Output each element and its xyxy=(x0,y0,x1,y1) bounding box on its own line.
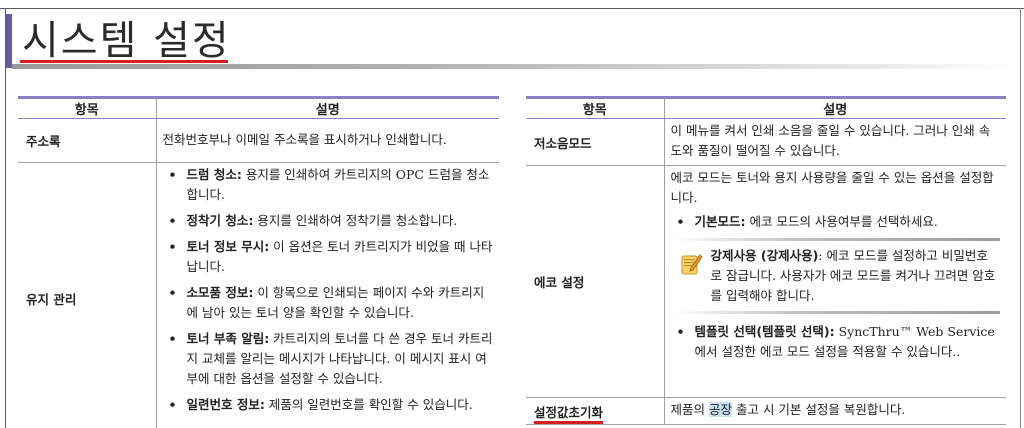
title-red-underline xyxy=(20,60,228,63)
note-rule-top xyxy=(670,238,1000,241)
list-item: 기본모드: 에코 모드의 사용여부를 선택하세요. xyxy=(671,212,1001,232)
note-rule-bottom xyxy=(670,311,1000,314)
column-header-item: 항목 xyxy=(526,96,664,119)
eco-bullet-list-1: 기본모드: 에코 모드의 사용여부를 선택하세요. xyxy=(671,212,1001,232)
row-item-eco-settings: 에코 설정 xyxy=(526,165,664,398)
bullet-term: 드럼 청소: xyxy=(186,167,242,182)
row-desc-reset-settings: 제품의 공장 출고 시 기본 설정을 복원합니다. xyxy=(663,397,1006,425)
bullet-term: 정착기 청소: xyxy=(186,213,254,228)
maintenance-bullet-list: 드럼 청소: 용지를 인쇄하여 카트리지의 OPC 드럼을 청소합니다. 정착기… xyxy=(163,165,494,415)
bullet-term: 소모품 정보: xyxy=(186,285,254,300)
list-item: 소모품 정보: 이 항목으로 인쇄되는 페이지 수와 카트리지에 남아 있는 토… xyxy=(163,283,494,323)
bullet-term: 템플릿 선택(템플릿 선택): xyxy=(694,324,835,339)
note-text: 강제사용 (강제사용): 에코 모드를 설정하고 비밀번호로 잠급니다. 사용자… xyxy=(711,246,997,306)
table-row: 유지 관리 드럼 청소: 용지를 인쇄하여 카트리지의 OPC 드럼을 청소합니… xyxy=(18,162,499,428)
left-settings-table: 항목 설명 주소록 전화번호부나 이메일 주소록을 표시하거나 인쇄합니다. 유… xyxy=(18,96,499,428)
row-item-reset-settings: 설정값초기화 xyxy=(526,397,664,425)
bullet-term: 기본모드: xyxy=(694,214,746,229)
table-header-row: 항목 설명 xyxy=(526,96,1006,119)
eco-bullet-list-2: 템플릿 선택(템플릿 선택): SyncThru™ Web Service에서 … xyxy=(671,322,1001,362)
bullet-term: 일련번호 정보: xyxy=(186,397,265,412)
page-frame-left xyxy=(5,8,6,428)
row-item-quiet-mode: 저소음모드 xyxy=(526,118,664,166)
reset-desc-highlight: 공장 xyxy=(708,402,732,417)
row-desc-maintenance: 드럼 청소: 용지를 인쇄하여 카트리지의 OPC 드럼을 청소합니다. 정착기… xyxy=(155,162,499,428)
list-item: 토너 정보 무시: 이 옵션은 토너 카트리지가 비었을 때 나타납니다. xyxy=(163,237,494,277)
bullet-text: 제품의 일련번호를 확인할 수 있습니다. xyxy=(264,397,473,412)
list-item: 정착기 청소: 용지를 인쇄하여 정착기를 청소합니다. xyxy=(163,211,494,231)
title-accent-bar xyxy=(6,14,12,68)
reset-desc-before: 제품의 xyxy=(670,402,709,417)
bullet-term: 토너 정보 무시: xyxy=(186,239,270,254)
page-frame-right xyxy=(1020,8,1021,428)
note-term: 강제사용 (강제사용) xyxy=(710,248,819,263)
table-row: 설정값초기화 제품의 공장 출고 시 기본 설정을 복원합니다. xyxy=(526,397,1006,425)
right-settings-table: 항목 설명 저소음모드 이 메뉴를 켜서 인쇄 소음을 줄일 수 있습니다. 그… xyxy=(526,96,1006,425)
row-desc-eco-settings: 에코 모드는 토너와 용지 사용량을 줄일 수 있는 옵션을 설정합니다. 기본… xyxy=(663,165,1006,398)
column-header-desc: 설명 xyxy=(155,96,499,119)
row-desc-address-book: 전화번호부나 이메일 주소록을 표시하거나 인쇄합니다. xyxy=(155,118,499,163)
bullet-text: 용지를 인쇄하여 정착기를 청소합니다. xyxy=(253,213,458,228)
table-header-row: 항목 설명 xyxy=(18,96,499,119)
list-item: 일련번호 정보: 제품의 일련번호를 확인할 수 있습니다. xyxy=(163,395,494,415)
column-header-desc: 설명 xyxy=(663,96,1006,119)
row-item-maintenance: 유지 관리 xyxy=(18,162,156,428)
title-rule xyxy=(12,64,1016,69)
page-title: 시스템 설정 xyxy=(22,18,231,64)
eco-intro: 에코 모드는 토너와 용지 사용량을 줄일 수 있는 옵션을 설정합니다. xyxy=(670,170,994,205)
bullet-text: 에코 모드의 사용여부를 선택하세요. xyxy=(745,214,938,229)
eco-note-box: 강제사용 (강제사용): 에코 모드를 설정하고 비밀번호로 잠급니다. 사용자… xyxy=(670,238,1000,314)
list-item: 토너 부족 알림: 카트리지의 토너를 다 쓴 경우 토너 카트리지 교체를 알… xyxy=(163,329,494,389)
reset-desc-after: 출고 시 기본 설정을 복원합니다. xyxy=(732,402,906,417)
row-desc-quiet-mode: 이 메뉴를 켜서 인쇄 소음을 줄일 수 있습니다. 그러나 인쇄 속도와 품질… xyxy=(663,118,1006,166)
list-item: 템플릿 선택(템플릿 선택): SyncThru™ Web Service에서 … xyxy=(671,322,1001,362)
note-pencil-icon xyxy=(681,252,703,276)
list-item: 드럼 청소: 용지를 인쇄하여 카트리지의 OPC 드럼을 청소합니다. xyxy=(163,165,494,205)
column-header-item: 항목 xyxy=(18,96,156,119)
table-row: 주소록 전화번호부나 이메일 주소록을 표시하거나 인쇄합니다. xyxy=(18,118,499,163)
table-row: 저소음모드 이 메뉴를 켜서 인쇄 소음을 줄일 수 있습니다. 그러나 인쇄 … xyxy=(526,118,1006,166)
maintenance-clip: 드럼 청소: 용지를 인쇄하여 카트리지의 OPC 드럼을 청소합니다. 정착기… xyxy=(163,165,494,427)
table-row: 에코 설정 에코 모드는 토너와 용지 사용량을 줄일 수 있는 옵션을 설정합… xyxy=(526,165,1006,398)
row-item-address-book: 주소록 xyxy=(18,118,156,163)
reset-settings-label: 설정값초기화 xyxy=(534,404,604,424)
bullet-term: 토너 부족 알림: xyxy=(186,331,270,346)
